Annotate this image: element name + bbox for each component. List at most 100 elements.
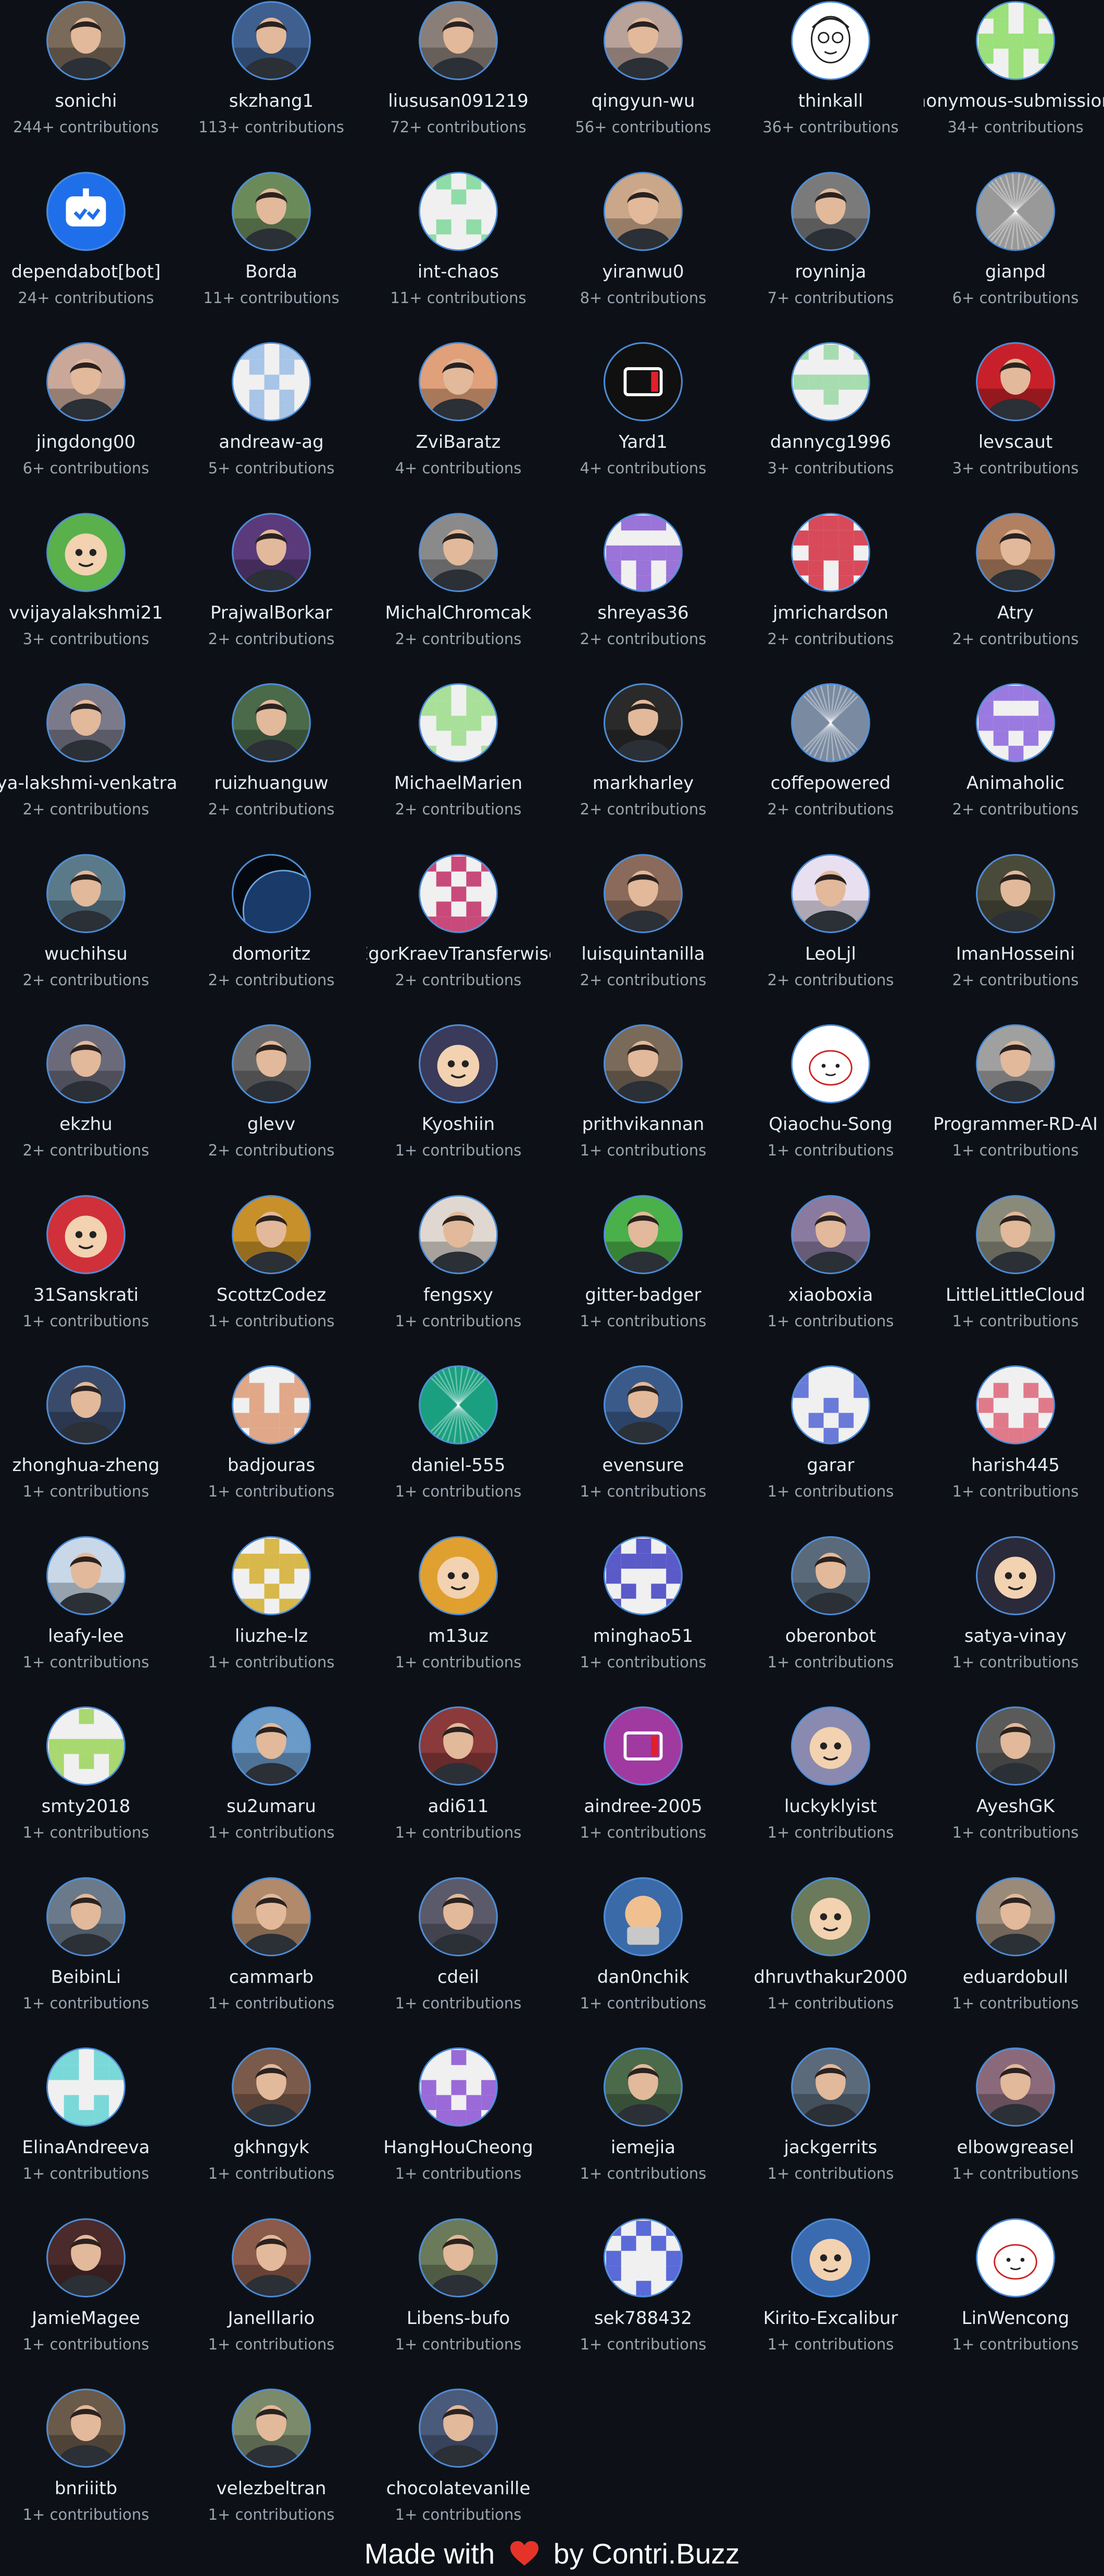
contributor-name[interactable]: shreyas36 <box>551 602 735 623</box>
contributor-name[interactable]: markharley <box>551 773 735 794</box>
contributor-card[interactable]: garar 1+ contributions <box>739 1365 923 1536</box>
contributor-card[interactable]: badjouras 1+ contributions <box>180 1365 363 1536</box>
contributor-avatar[interactable] <box>976 1195 1055 1274</box>
contributor-avatar[interactable] <box>604 1024 683 1103</box>
contributor-avatar[interactable] <box>46 683 126 762</box>
contributor-name[interactable]: coffepowered <box>739 773 923 794</box>
contributor-avatar[interactable] <box>232 1706 311 1786</box>
contributor-card[interactable]: Libens-bufo 1+ contributions <box>367 2218 550 2389</box>
contributor-avatar[interactable] <box>791 1195 870 1274</box>
contributor-card[interactable]: LeoLjl 2+ contributions <box>739 853 923 1025</box>
contributor-name[interactable]: Libens-bufo <box>367 2308 550 2329</box>
contributor-avatar[interactable] <box>791 171 870 251</box>
contributor-name[interactable]: dependabot[bot] <box>0 261 178 282</box>
contributor-avatar[interactable] <box>976 1024 1055 1103</box>
contributor-card[interactable]: eduardobull 1+ contributions <box>924 1877 1104 2048</box>
contributor-card[interactable]: su2umaru 1+ contributions <box>180 1706 363 1877</box>
contributor-name[interactable]: luisquintanilla <box>551 944 735 964</box>
contributor-avatar[interactable] <box>791 853 870 933</box>
contributor-name[interactable]: Kirito-Excalibur <box>739 2308 923 2329</box>
contributor-card[interactable]: ruizhuanguw 2+ contributions <box>180 683 363 854</box>
contributor-avatar[interactable] <box>419 853 498 933</box>
contributor-avatar[interactable] <box>976 853 1055 933</box>
contributor-card[interactable]: Atry 2+ contributions <box>924 512 1104 684</box>
contributor-card[interactable]: glevv 2+ contributions <box>180 1024 363 1195</box>
contributor-name[interactable]: jingdong00 <box>0 432 178 453</box>
contributor-card[interactable]: ImanHosseini 2+ contributions <box>924 853 1104 1025</box>
contributor-avatar[interactable] <box>604 2047 683 2127</box>
contributor-name[interactable]: jmrichardson <box>739 602 923 623</box>
contributor-card[interactable]: gkhngyk 1+ contributions <box>180 2047 363 2218</box>
contributor-name[interactable]: priya-lakshmi-venkatraman <box>0 773 178 794</box>
contributor-name[interactable]: andreaw-ag <box>180 432 363 453</box>
contributor-name[interactable]: chocolatevanille <box>367 2478 550 2499</box>
contributor-card[interactable]: adi611 1+ contributions <box>367 1706 550 1877</box>
contributor-name[interactable]: HangHouCheong <box>367 2137 550 2158</box>
contributor-avatar[interactable] <box>976 171 1055 251</box>
contributor-name[interactable]: aindree-2005 <box>551 1796 735 1817</box>
contributor-avatar[interactable] <box>604 1365 683 1444</box>
contributor-avatar[interactable] <box>604 2218 683 2297</box>
contributor-avatar[interactable] <box>46 1706 126 1786</box>
contributor-name[interactable]: ElinaAndreeva <box>0 2137 178 2158</box>
contributor-card[interactable]: Qiaochu-Song 1+ contributions <box>739 1024 923 1195</box>
contributor-name[interactable]: AyeshGK <box>924 1796 1104 1817</box>
contributor-card[interactable]: xiaoboxia 1+ contributions <box>739 1195 923 1366</box>
contributor-avatar[interactable] <box>419 1877 498 1956</box>
contributor-avatar[interactable] <box>976 342 1055 421</box>
contributor-card[interactable]: dhruvthakur2000 1+ contributions <box>739 1877 923 2048</box>
contributor-name[interactable]: dannycg1996 <box>739 432 923 453</box>
contributor-name[interactable]: levscaut <box>924 432 1104 453</box>
contributor-name[interactable]: ImanHosseini <box>924 944 1104 964</box>
contributor-avatar[interactable] <box>791 1 870 80</box>
contributor-avatar[interactable] <box>46 512 126 592</box>
contributor-name[interactable]: zhonghua-zheng <box>0 1455 178 1476</box>
contributor-card[interactable]: jmrichardson 2+ contributions <box>739 512 923 684</box>
contributor-avatar[interactable] <box>232 1365 311 1444</box>
contributor-name[interactable]: harish445 <box>924 1455 1104 1476</box>
contributor-avatar[interactable] <box>419 512 498 592</box>
contributor-card[interactable]: levscaut 3+ contributions <box>924 342 1104 513</box>
contributor-avatar[interactable] <box>791 1024 870 1103</box>
contributor-avatar[interactable] <box>46 1536 126 1615</box>
contributor-name[interactable]: qingyun-wu <box>551 91 735 111</box>
contributor-name[interactable]: thinkall <box>739 91 923 111</box>
contri-buzz-link[interactable]: Contri.Buzz <box>592 2537 739 2570</box>
contributor-avatar[interactable] <box>791 342 870 421</box>
contributor-card[interactable]: sonichi 244+ contributions <box>0 1 178 172</box>
contributor-avatar[interactable] <box>419 1195 498 1274</box>
contributor-name[interactable]: adi611 <box>367 1796 550 1817</box>
contributor-avatar[interactable] <box>232 512 311 592</box>
contributor-card[interactable]: m13uz 1+ contributions <box>367 1536 550 1707</box>
contributor-card[interactable]: int-chaos 11+ contributions <box>367 171 550 343</box>
contributor-card[interactable]: ekzhu 2+ contributions <box>0 1024 178 1195</box>
contributor-name[interactable]: Animaholic <box>924 773 1104 794</box>
contributor-card[interactable]: gitter-badger 1+ contributions <box>551 1195 735 1366</box>
contributor-avatar[interactable] <box>419 1 498 80</box>
contributor-name[interactable]: BeibinLi <box>0 1967 178 1988</box>
contributor-name[interactable]: sek788432 <box>551 2308 735 2329</box>
contributor-card[interactable]: chocolatevanille 1+ contributions <box>367 2389 550 2559</box>
contributor-card[interactable]: sek788432 1+ contributions <box>551 2218 735 2389</box>
contributor-avatar[interactable] <box>232 853 311 933</box>
contributor-card[interactable]: prithvikannan 1+ contributions <box>551 1024 735 1195</box>
contributor-name[interactable]: skzhang1 <box>180 91 363 111</box>
contributor-card[interactable]: Kyoshiin 1+ contributions <box>367 1024 550 1195</box>
contributor-avatar[interactable] <box>604 683 683 762</box>
contributor-name[interactable]: PrajwalBorkar <box>180 602 363 623</box>
contributor-card[interactable]: andreaw-ag 5+ contributions <box>180 342 363 513</box>
contributor-avatar[interactable] <box>604 1536 683 1615</box>
contributor-card[interactable]: gianpd 6+ contributions <box>924 171 1104 343</box>
contributor-card[interactable]: luisquintanilla 2+ contributions <box>551 853 735 1025</box>
contributor-card[interactable]: evensure 1+ contributions <box>551 1365 735 1536</box>
contributor-card[interactable]: oberonbot 1+ contributions <box>739 1536 923 1707</box>
contributor-avatar[interactable] <box>232 1024 311 1103</box>
contributor-avatar[interactable] <box>976 1706 1055 1786</box>
contributor-card[interactable]: 31Sanskrati 1+ contributions <box>0 1195 178 1366</box>
contributor-name[interactable]: dhruvthakur2000 <box>739 1967 923 1988</box>
contributor-name[interactable]: iemejia <box>551 2137 735 2158</box>
contributor-name[interactable]: prithvikannan <box>551 1114 735 1135</box>
contributor-name[interactable]: vvijayalakshmi21 <box>0 602 178 623</box>
contributor-card[interactable]: shreyas36 2+ contributions <box>551 512 735 684</box>
contributor-avatar[interactable] <box>46 1877 126 1956</box>
